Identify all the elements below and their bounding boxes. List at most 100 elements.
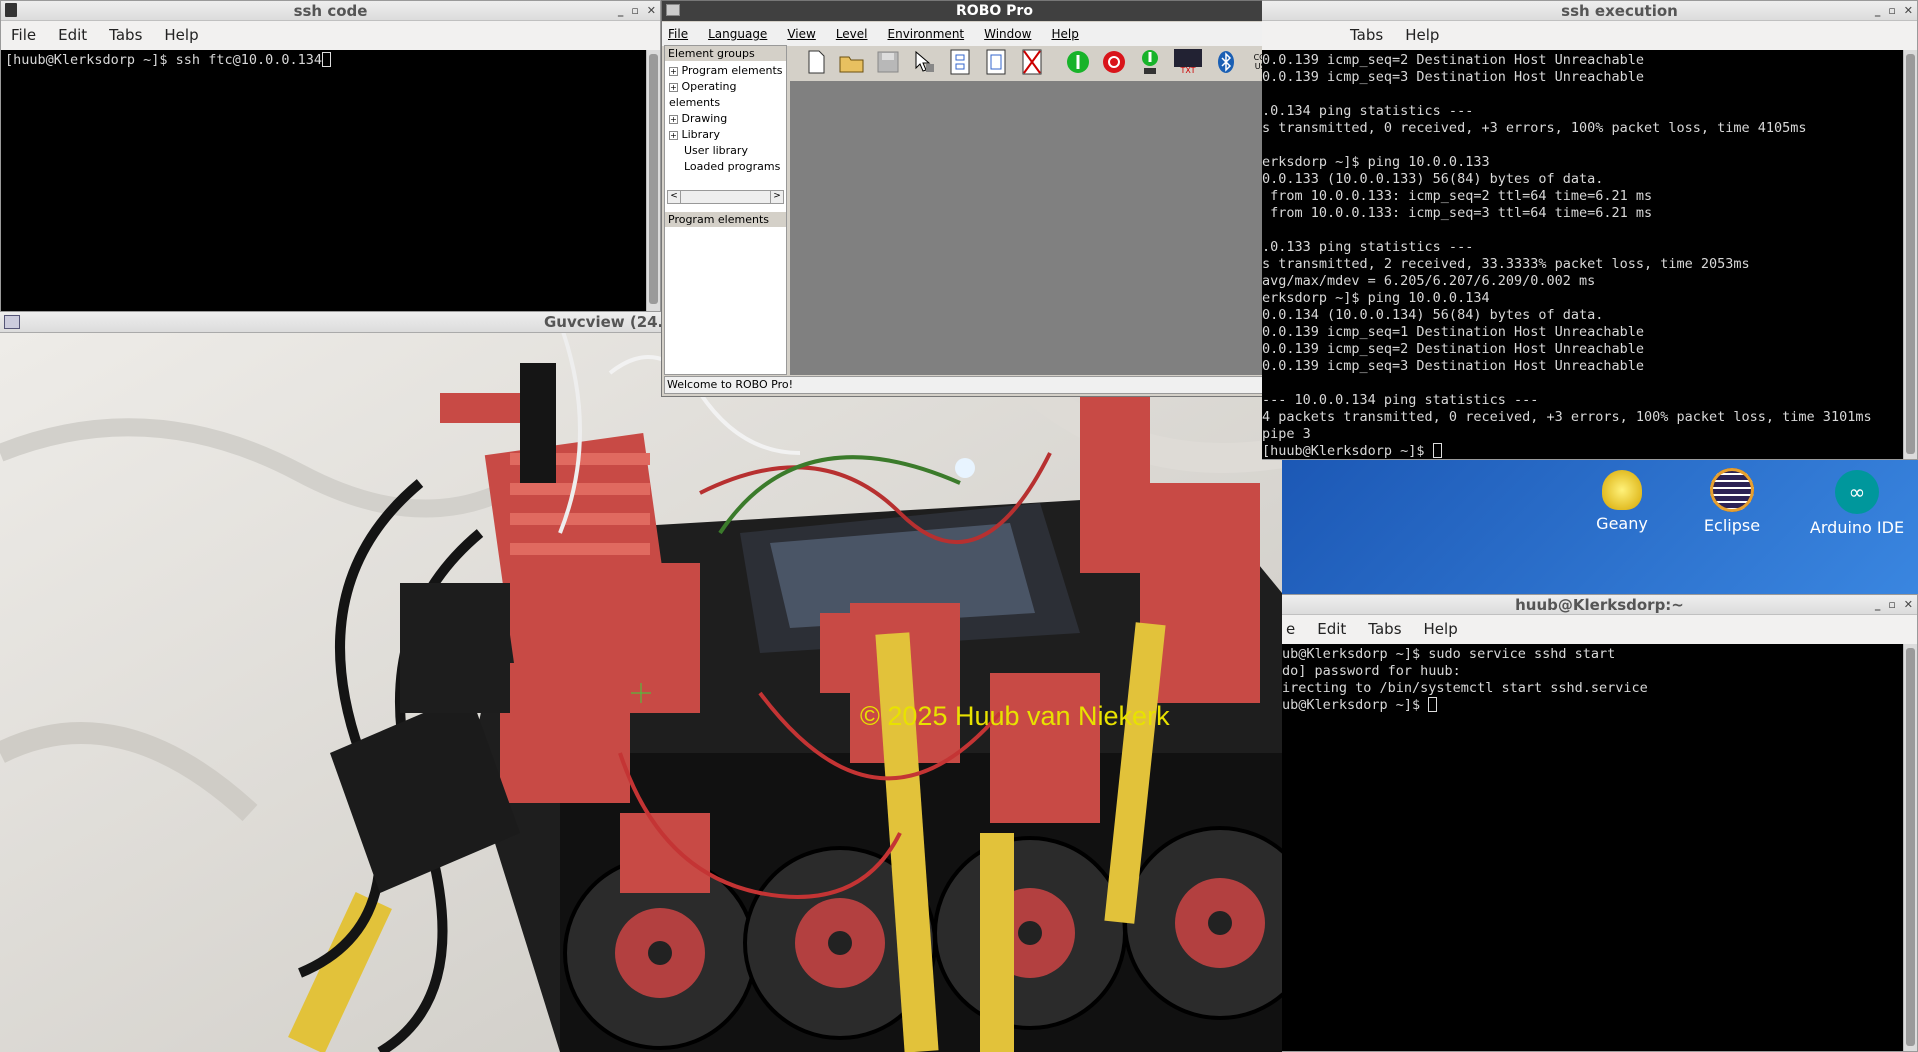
robot-photo [0,333,1282,1052]
desktop-icon-geany[interactable]: Geany [1582,470,1662,533]
ssh-execution-window: ssh execution _ ▫ ✕ Tabs Help 0.0.139 icmp… [1262,0,1918,460]
new-file-icon[interactable] [802,48,830,76]
stop-icon[interactable] [1100,48,1128,76]
terminal-line: 0.0.139 icmp_seq=3 Destination Host Unre… [1262,358,1645,374]
menu-file[interactable]: File [668,27,688,41]
tree-item-user-library[interactable]: User library [669,143,786,159]
menu-edit[interactable]: Edit [1317,620,1346,638]
ssh-execution-terminal[interactable]: 0.0.139 icmp_seq=2 Destination Host Unre… [1262,50,1904,459]
terminal-line: erksdorp ~]$ ping 10.0.0.134 [1262,290,1490,306]
scroll-left-icon[interactable]: < [668,191,681,203]
element-groups-header: Element groups [665,46,786,61]
terminal-line: s transmitted, 2 received, 33.3333% pack… [1262,256,1750,272]
ssh-execution-titlebar[interactable]: ssh execution _ ▫ ✕ [1262,1,1917,21]
menu-help[interactable]: Help [1405,26,1439,44]
desktop-icon-arduino[interactable]: ∞ Arduino IDE [1802,470,1912,537]
menu-tabs[interactable]: Tabs [1350,26,1383,44]
terminal-line: .0.134 ping statistics --- [1262,103,1474,119]
ssh-code-titlebar[interactable]: ssh code _ ▫ ✕ [1,1,660,21]
menu-environment[interactable]: Environment [888,27,965,41]
status-bar: Welcome to ROBO Pro! [664,376,1325,394]
terminal-line: ub@Klerksdorp ~]$ sudo service sshd star… [1282,646,1616,662]
element-groups-panel: Element groups + Program elements + Oper… [664,45,787,375]
huub-terminal-window: huub@Klerksdorp:~ _ ▫ ✕ e Edit Tabs Help u… [1282,594,1918,1052]
menu-help[interactable]: Help [1051,27,1078,41]
tree-item-program-elements[interactable]: + Program elements [669,63,786,79]
menu-file[interactable]: e [1286,620,1295,638]
scrollbar[interactable] [1903,50,1917,459]
window-title: ssh code [293,2,368,20]
terminal-icon [5,3,17,17]
bluetooth-icon[interactable] [1212,48,1240,76]
scroll-right-icon[interactable]: > [770,191,783,203]
delete-subprogram-icon[interactable] [1018,48,1046,76]
robo-pro-titlebar[interactable]: ROBO Pro _▫✕ [662,1,1327,21]
menu-view[interactable]: View [787,27,815,41]
huub-terminal-menubar: e Edit Tabs Help [1282,615,1917,643]
tree-item-operating-elements[interactable]: + Operating elements [669,79,786,111]
terminal-line: .0.133 ping statistics --- [1262,239,1474,255]
expand-icon[interactable]: + [669,83,678,92]
text-cursor [321,52,331,67]
start-icon[interactable] [1064,48,1092,76]
menu-tabs[interactable]: Tabs [109,26,142,44]
robo-pro-window: ROBO Pro _▫✕ File Language View Level En… [661,0,1328,397]
menu-help[interactable]: Help [164,26,198,44]
menu-language[interactable]: Language [708,27,767,41]
ssh-code-menubar: File Edit Tabs Help [1,21,660,49]
desktop-icon-eclipse[interactable]: Eclipse [1692,468,1772,535]
terminal-line: 0.0.139 icmp_seq=3 Destination Host Unre… [1262,69,1645,85]
ssh-code-terminal[interactable]: [huub@Klerksdorp ~]$ ssh ftc@10.0.0.134 [1,50,648,311]
terminal-line: [huub@Klerksdorp ~]$ [1262,443,1900,459]
close-icon[interactable]: ✕ [647,1,656,21]
ssh-execution-menubar: Tabs Help [1262,21,1917,49]
terminal-line: 0.0.134 (10.0.0.134) 56(84) bytes of dat… [1262,307,1604,323]
menu-edit[interactable]: Edit [58,26,87,44]
open-folder-icon[interactable] [838,48,866,76]
scrollbar[interactable] [646,50,660,311]
huub-terminal-titlebar[interactable]: huub@Klerksdorp:~ _ ▫ ✕ [1282,595,1917,615]
terminal-line: pipe 3 [1262,426,1311,442]
save-icon[interactable] [874,48,902,76]
minimize-icon[interactable]: _ [1875,1,1881,21]
horizontal-scrollbar[interactable]: < > [667,190,784,204]
app-icon [666,4,680,16]
menu-file[interactable]: File [11,26,36,44]
app-icon [4,315,20,329]
program-canvas[interactable] [790,81,1325,375]
close-icon[interactable]: ✕ [1904,595,1913,615]
camera-feed: © 2025 Huub van Niekerk [0,333,1282,1052]
menu-tabs[interactable]: Tabs [1368,620,1401,638]
huub-terminal[interactable]: ub@Klerksdorp ~]$ sudo service sshd star… [1282,644,1904,1051]
tree-item-drawing[interactable]: + Drawing [669,111,786,127]
arduino-icon: ∞ [1835,470,1879,514]
menu-level[interactable]: Level [836,27,868,41]
maximize-icon[interactable]: ▫ [631,1,638,21]
maximize-icon[interactable]: ▫ [1888,1,1895,21]
subprogram-icon[interactable] [946,48,974,76]
close-icon[interactable]: ✕ [1904,1,1913,21]
txt-icon[interactable]: TXT [1172,48,1204,76]
expand-icon[interactable]: + [669,131,678,140]
download-icon[interactable] [1136,48,1164,76]
expand-icon[interactable]: + [669,67,678,76]
maximize-icon[interactable]: ▫ [1888,595,1895,615]
expand-icon[interactable]: + [669,115,678,124]
terminal-line: do] password for huub: [1282,663,1461,679]
desktop-area: Geany Eclipse ∞ Arduino IDE [1282,460,1918,594]
robo-menubar: File Language View Level Environment Win… [662,22,1327,46]
scrollbar[interactable] [1903,644,1917,1051]
tree-item-library[interactable]: + Library [669,127,786,143]
pointer-tool-icon[interactable] [910,48,938,76]
new-subprogram-icon[interactable] [982,48,1010,76]
minimize-icon[interactable]: _ [618,1,624,21]
window-title: ssh execution [1561,2,1678,20]
menu-help[interactable]: Help [1424,620,1458,638]
minimize-icon[interactable]: _ [1875,595,1881,615]
menu-window[interactable]: Window [984,27,1031,41]
tree-item-loaded-programs[interactable]: Loaded programs [669,159,786,175]
terminal-line: avg/max/mdev = 6.205/6.207/6.209/0.002 m… [1262,273,1596,289]
